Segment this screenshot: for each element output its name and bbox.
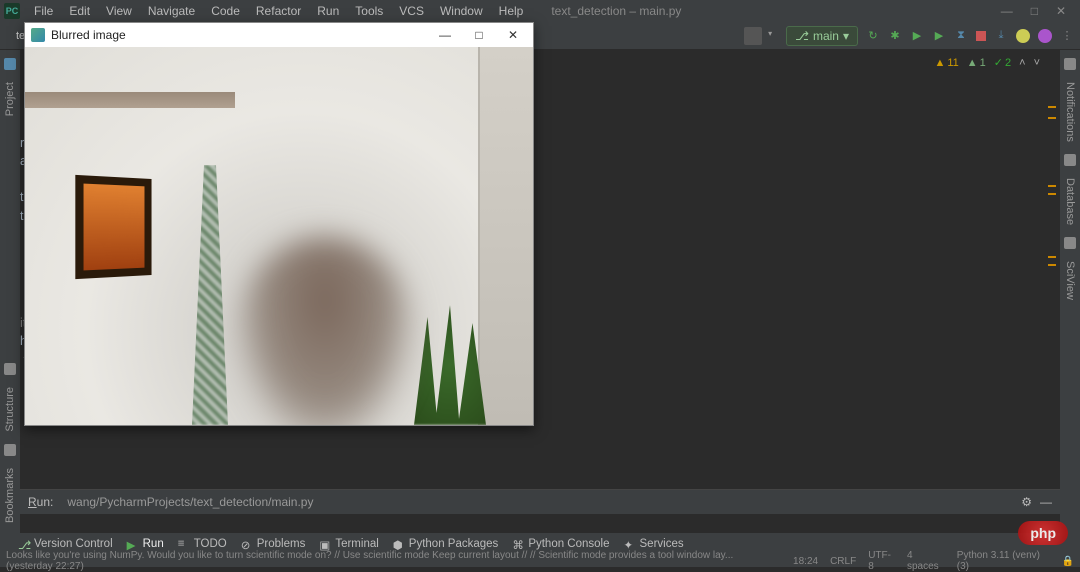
more-icon[interactable]: ⋮ xyxy=(1060,29,1074,43)
update-icon[interactable]: ⤓ xyxy=(994,29,1008,43)
typo-count: 2 xyxy=(1005,57,1011,69)
left-tool-strip: Project Structure Bookmarks xyxy=(0,50,20,545)
services-icon: ✦ xyxy=(624,538,636,550)
services-tool[interactable]: ✦Services xyxy=(624,538,684,550)
menu-view[interactable]: View xyxy=(98,2,140,20)
status-interpreter[interactable]: Python 3.11 (venv) (3) xyxy=(957,550,1050,572)
branch-icon: ⎇ xyxy=(18,538,30,550)
warning-count: 11 xyxy=(947,57,958,69)
ide-minimize-icon[interactable]: — xyxy=(1001,4,1013,18)
status-caret-pos[interactable]: 18:24 xyxy=(793,556,818,567)
breadcrumb: text_detection – main.py xyxy=(551,4,681,18)
menu-window[interactable]: Window xyxy=(432,2,491,20)
run-path: wang/PycharmProjects/text_detection/main… xyxy=(67,495,313,509)
play-icon: ▶ xyxy=(127,538,139,550)
window-maximize-icon[interactable]: □ xyxy=(465,28,493,42)
prev-highlight-icon[interactable]: ˄ xyxy=(1019,57,1025,69)
status-bar: Looks like you're using NumPy. Would you… xyxy=(0,555,1080,567)
status-indent[interactable]: 4 spaces xyxy=(907,550,945,572)
account-icon[interactable] xyxy=(744,27,762,45)
menu-help[interactable]: Help xyxy=(491,2,532,20)
sciview-icon[interactable] xyxy=(1064,237,1076,249)
window-minimize-icon[interactable]: — xyxy=(431,28,459,42)
chevron-down-icon: ▾ xyxy=(843,29,849,43)
ide-maximize-icon[interactable]: □ xyxy=(1031,4,1038,18)
problems-tool[interactable]: ⊘Problems xyxy=(241,538,306,550)
notifications-tool[interactable]: Notifications xyxy=(1064,82,1076,142)
opencv-window[interactable]: Blurred image — □ ✕ xyxy=(24,22,534,426)
menu-navigate[interactable]: Navigate xyxy=(140,2,203,20)
run-settings-icon[interactable]: ⚙ xyxy=(1021,495,1032,509)
status-tip[interactable]: Looks like you're using NumPy. Would you… xyxy=(6,550,769,572)
bug-icon[interactable]: ✱ xyxy=(888,29,902,43)
python-icon: ⌘ xyxy=(512,538,524,550)
project-icon[interactable] xyxy=(4,58,16,70)
sciview-tool[interactable]: SciView xyxy=(1064,261,1076,300)
menu-refactor[interactable]: Refactor xyxy=(248,2,309,20)
branch-name: main xyxy=(813,29,839,43)
version-control-tool[interactable]: ⎇Version Control xyxy=(18,538,113,550)
profile-icon[interactable]: ⧗ xyxy=(954,29,968,43)
run-hide-icon[interactable]: — xyxy=(1040,495,1052,509)
stop-icon[interactable] xyxy=(976,31,986,41)
package-icon: ⬢ xyxy=(393,538,405,550)
notifications-icon[interactable] xyxy=(1064,58,1076,70)
bookmarks-icon[interactable] xyxy=(4,444,16,456)
weak-warning-count: 1 xyxy=(980,57,986,69)
circle-icon[interactable] xyxy=(1016,29,1030,43)
run-icon[interactable]: ↻ xyxy=(866,29,880,43)
warning-icon: ▲ xyxy=(934,57,945,69)
opencv-image xyxy=(25,47,533,425)
weak-warning-icon: ▲ xyxy=(967,57,978,69)
structure-tool[interactable]: Structure xyxy=(4,387,16,432)
status-eol[interactable]: CRLF xyxy=(830,556,856,567)
run-title: Run: xyxy=(28,495,53,509)
menu-code[interactable]: Code xyxy=(203,2,248,20)
python-console-tool[interactable]: ⌘Python Console xyxy=(512,538,609,550)
bookmarks-tool[interactable]: Bookmarks xyxy=(4,468,16,523)
app-logo-icon: PC xyxy=(4,3,20,19)
ok-icon: ✓ xyxy=(994,56,1003,69)
window-close-icon[interactable]: ✕ xyxy=(499,28,527,42)
status-encoding[interactable]: UTF-8 xyxy=(868,550,895,572)
database-tool[interactable]: Database xyxy=(1064,178,1076,225)
opencv-titlebar[interactable]: Blurred image — □ ✕ xyxy=(25,23,533,47)
git-branch-selector[interactable]: ⎇ main ▾ xyxy=(786,26,858,46)
menu-tools[interactable]: Tools xyxy=(347,2,391,20)
next-highlight-icon[interactable]: ˅ xyxy=(1034,57,1040,69)
database-icon[interactable] xyxy=(1064,154,1076,166)
menu-edit[interactable]: Edit xyxy=(61,2,98,20)
right-tool-strip: Notifications Database SciView xyxy=(1060,50,1080,545)
coverage-icon[interactable]: ▶ xyxy=(932,29,946,43)
python-packages-tool[interactable]: ⬢Python Packages xyxy=(393,538,499,550)
menu-run[interactable]: Run xyxy=(309,2,347,20)
problems-icon: ⊘ xyxy=(241,538,253,550)
play-icon[interactable]: ▶ xyxy=(910,29,924,43)
opencv-title: Blurred image xyxy=(51,28,126,42)
run-tool[interactable]: ▶Run xyxy=(127,538,164,550)
menu-file[interactable]: File xyxy=(26,2,61,20)
run-tool-window: Run: wang/PycharmProjects/text_detection… xyxy=(20,489,1060,533)
menu-vcs[interactable]: VCS xyxy=(391,2,432,20)
lock-icon[interactable]: 🔒 xyxy=(1062,556,1074,567)
menu-bar: PC File Edit View Navigate Code Refactor… xyxy=(0,0,1080,22)
run-header: Run: wang/PycharmProjects/text_detection… xyxy=(20,490,1060,514)
watermark: php xyxy=(1018,521,1068,545)
todo-tool[interactable]: ≡TODO xyxy=(178,538,227,550)
todo-icon: ≡ xyxy=(178,538,190,550)
opencv-icon xyxy=(31,28,45,42)
ide-close-icon[interactable]: ✕ xyxy=(1056,4,1066,18)
branch-icon: ⎇ xyxy=(795,29,809,43)
terminal-icon: ▣ xyxy=(319,538,331,550)
error-stripe[interactable] xyxy=(1046,100,1056,383)
terminal-tool[interactable]: ▣Terminal xyxy=(319,538,378,550)
search-everywhere-icon[interactable] xyxy=(1038,29,1052,43)
inspection-widget[interactable]: ▲11 ▲1 ✓2 ˄ ˅ xyxy=(934,56,1040,69)
project-tool[interactable]: Project xyxy=(4,82,16,116)
structure-icon[interactable] xyxy=(4,363,16,375)
